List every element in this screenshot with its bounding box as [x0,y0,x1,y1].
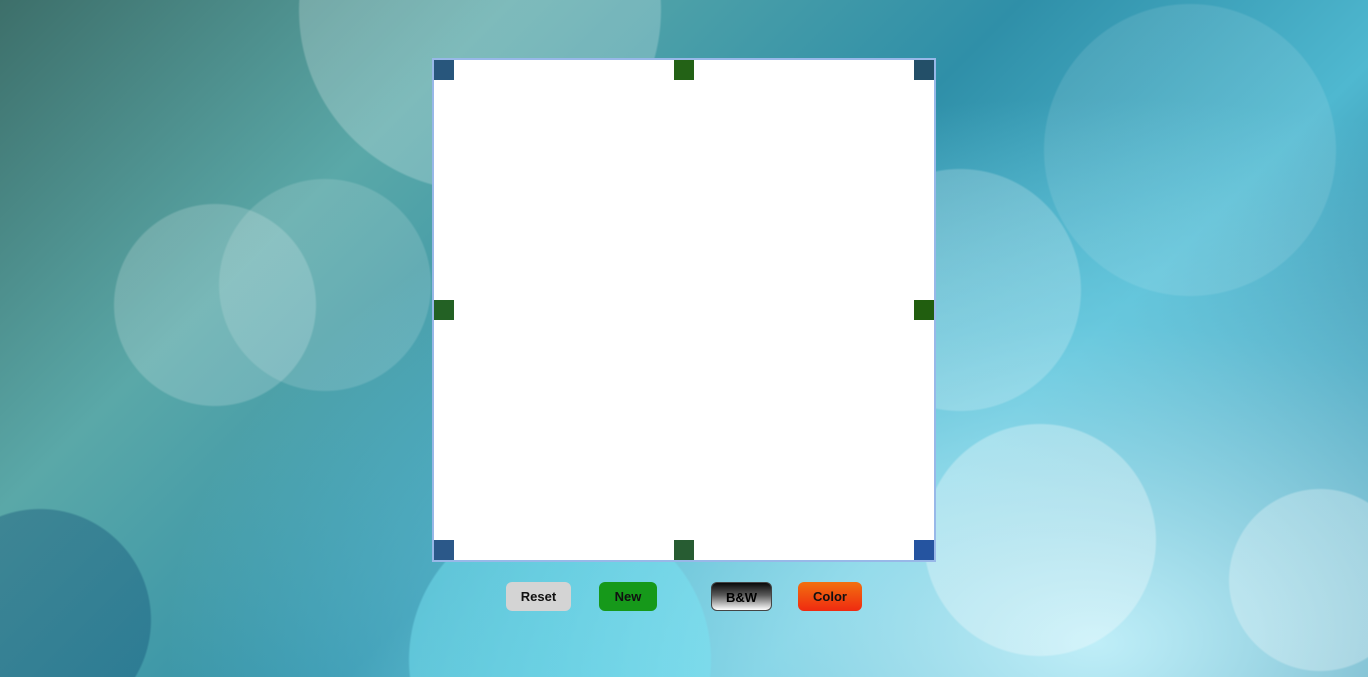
black-white-button[interactable]: B&W [711,582,772,611]
resize-handle-top-left[interactable] [434,60,454,80]
new-button[interactable]: New [599,582,657,611]
resize-handle-middle-right[interactable] [914,300,934,320]
color-button[interactable]: Color [798,582,862,611]
drawing-canvas[interactable] [432,58,936,562]
resize-handle-bottom-left[interactable] [434,540,454,560]
resize-handle-bottom-center[interactable] [674,540,694,560]
resize-handle-top-center[interactable] [674,60,694,80]
resize-handle-middle-left[interactable] [434,300,454,320]
reset-button[interactable]: Reset [506,582,571,611]
resize-handle-bottom-right[interactable] [914,540,934,560]
resize-handle-top-right[interactable] [914,60,934,80]
